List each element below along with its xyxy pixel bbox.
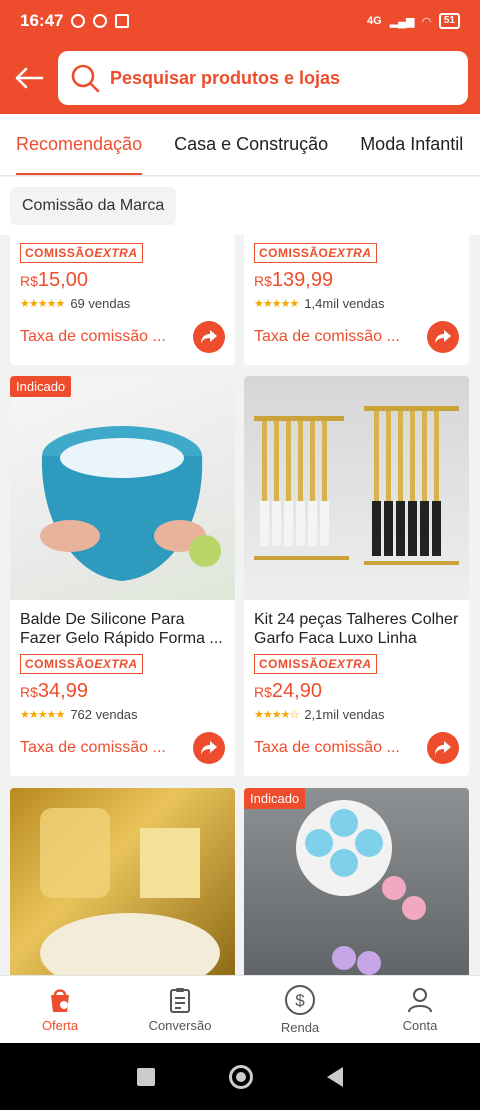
top-bar: Pesquisar produtos e lojas: [0, 42, 480, 114]
search-placeholder: Pesquisar produtos e lojas: [110, 67, 341, 88]
filter-chip-comissao-da-marca[interactable]: Comissão da Marca: [10, 187, 177, 225]
search-input[interactable]: Pesquisar produtos e lojas: [58, 51, 468, 105]
clipboard-icon: [170, 988, 190, 1013]
commission-rate-label: Taxa de comissão ...: [20, 328, 166, 345]
recent-apps-button[interactable]: [137, 1067, 155, 1086]
product-card[interactable]: Indicado: [244, 788, 469, 975]
commission-extra-tag: COMISSÃOEXTRA: [20, 654, 143, 674]
tab-casa-e-construcao[interactable]: Casa e Construção: [158, 114, 344, 175]
product-card[interactable]: Indicado Balde De Silicone Para Fazer Ge…: [10, 376, 235, 776]
share-arrow-icon: [201, 330, 217, 344]
share-button[interactable]: [427, 732, 459, 764]
sales-count: 69 vendas: [70, 296, 131, 311]
commission-extra-tag: COMISSÃOEXTRA: [20, 243, 143, 263]
product-price: R$24,90: [254, 680, 322, 702]
nav-label: Conversão: [148, 1018, 212, 1033]
system-nav-bar: [0, 1043, 480, 1110]
sales-count: 1,4mil vendas: [304, 296, 385, 311]
product-image: [10, 788, 235, 975]
product-card[interactable]: Kit 24 peças Talheres Colher Garfo Faca …: [244, 376, 469, 776]
product-title: Balde De Silicone Para Fazer Gelo Rápido…: [20, 611, 223, 647]
share-button[interactable]: [193, 732, 225, 764]
nav-label: Conta: [402, 1018, 438, 1033]
product-rating: ★★★★★ 762 vendas: [20, 707, 225, 722]
commission-extra-tag: COMISSÃOEXTRA: [254, 243, 377, 263]
product-price: R$34,99: [20, 680, 88, 702]
rating-stars: ★★★★★: [20, 709, 65, 721]
nav-oferta[interactable]: Oferta: [0, 976, 120, 1043]
sales-count: 762 vendas: [70, 707, 138, 722]
product-image: [244, 376, 469, 600]
nav-renda[interactable]: $ Renda: [240, 976, 360, 1043]
filter-bar: Comissão da Marca: [0, 177, 480, 235]
cutlery-set-illustration: [254, 406, 459, 565]
perfume-illustration: [40, 808, 220, 975]
tab-moda-infantil[interactable]: Moda Infantil: [344, 114, 479, 175]
product-price: R$139,99: [254, 269, 334, 291]
sales-count: 2,1mil vendas: [304, 707, 385, 722]
video-icon: [115, 14, 130, 28]
lint-filter-illustration: [296, 800, 426, 975]
rating-stars: ★★★★★: [20, 298, 65, 310]
user-icon: [408, 988, 432, 1013]
signal-icon: ▂▄▆: [389, 15, 415, 28]
nav-conversao[interactable]: Conversão: [120, 976, 240, 1043]
share-arrow-icon: [201, 741, 217, 755]
product-grid: COMISSÃOEXTRA R$15,00 ★★★★★ 69 vendas Ta…: [0, 235, 480, 975]
battery-indicator: 51: [438, 13, 460, 29]
tab-recomendacao[interactable]: Recomendação: [0, 114, 158, 175]
ice-bucket-illustration: [40, 426, 221, 581]
arrow-left-icon: [15, 67, 44, 89]
product-rating: ★★★★★ 1,4mil vendas: [254, 296, 459, 311]
nav-label: Oferta: [41, 1018, 79, 1033]
product-image: Indicado: [244, 788, 469, 975]
search-icon: [71, 64, 100, 93]
product-title: Kit 24 peças Talheres Colher Garfo Faca …: [254, 611, 459, 647]
product-rating: ★★★★★ 69 vendas: [20, 296, 225, 311]
share-button[interactable]: [193, 321, 225, 353]
share-arrow-icon: [435, 330, 451, 344]
network-label: 4G: [367, 15, 382, 27]
shopping-bag-icon: [51, 989, 69, 1012]
wifi-icon: ◠: [422, 15, 431, 28]
svg-text:$: $: [295, 991, 305, 1010]
product-image: Indicado: [10, 376, 235, 600]
rating-stars: ★★★★☆: [254, 709, 299, 721]
share-button[interactable]: [427, 321, 459, 353]
category-tabs: Recomendação Casa e Construção Moda Infa…: [0, 114, 480, 176]
notification-icon: [71, 14, 86, 28]
product-card[interactable]: COMISSÃOEXTRA R$15,00 ★★★★★ 69 vendas Ta…: [10, 235, 235, 365]
status-bar: 16:47 4G ▂▄▆ ◠ 51: [0, 0, 480, 42]
notification-icon: [93, 14, 108, 28]
product-rating: ★★★★☆ 2,1mil vendas: [254, 707, 459, 722]
share-arrow-icon: [435, 741, 451, 755]
rating-stars: ★★★★★: [254, 298, 299, 310]
system-back-button[interactable]: [327, 1066, 343, 1087]
commission-rate-label: Taxa de comissão ...: [254, 328, 400, 345]
indicado-badge: Indicado: [244, 788, 306, 809]
nav-conta[interactable]: Conta: [360, 976, 480, 1043]
bottom-nav: Oferta Conversão $ Renda Conta: [0, 975, 480, 1043]
nav-label: Renda: [280, 1020, 320, 1035]
commission-rate-label: Taxa de comissão ...: [20, 739, 166, 756]
clock: 16:47: [20, 11, 64, 30]
commission-extra-tag: COMISSÃOEXTRA: [254, 654, 377, 674]
indicado-badge: Indicado: [10, 376, 72, 397]
commission-rate-label: Taxa de comissão ...: [254, 739, 400, 756]
product-price: R$15,00: [20, 269, 88, 291]
home-button[interactable]: [229, 1064, 253, 1089]
product-card[interactable]: [10, 788, 235, 975]
back-button[interactable]: [12, 61, 46, 95]
dollar-icon: $: [285, 985, 315, 1015]
product-card[interactable]: COMISSÃOEXTRA R$139,99 ★★★★★ 1,4mil vend…: [244, 235, 469, 365]
